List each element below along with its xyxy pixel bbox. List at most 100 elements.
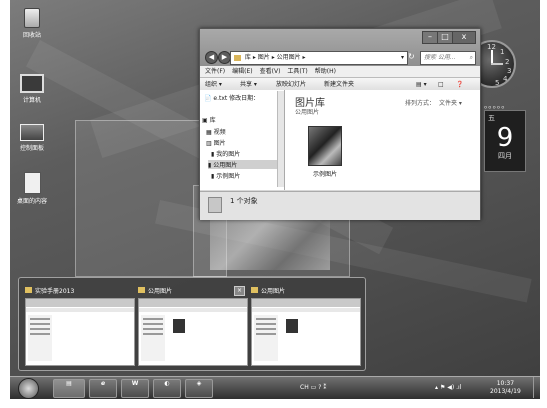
scrollbar[interactable] xyxy=(277,91,284,187)
window-icon xyxy=(138,287,145,293)
nav-item-libraries[interactable]: ▣ 库 xyxy=(202,115,216,124)
thumbnail-title: 公用图片 xyxy=(148,288,173,295)
breadcrumb-item[interactable]: 图片 xyxy=(258,54,270,61)
folder-label: 示例图片 xyxy=(312,171,337,178)
keyboard-icon: ▭ xyxy=(310,384,317,391)
monitor-icon xyxy=(20,74,44,93)
arrange-value[interactable]: 文件夹 ▾ xyxy=(439,100,462,107)
nav-label: 公用图片 xyxy=(213,162,238,169)
trash-icon xyxy=(24,8,40,28)
nav-item-recent-file[interactable]: 📄 e.txt 修改日期： xyxy=(204,93,259,102)
clock-number: 1 xyxy=(500,48,505,56)
menu-help[interactable]: 帮助(H) xyxy=(315,66,336,77)
volume-icon[interactable]: ◀) xyxy=(447,384,454,391)
language-indicator[interactable]: CH ▭ ? ⁑ xyxy=(300,384,326,391)
taskbar-app-icon[interactable]: ◈ xyxy=(185,379,213,398)
nav-label: 我的图片 xyxy=(216,151,241,158)
start-button[interactable] xyxy=(18,378,39,399)
folder-item-sample-pictures[interactable]: 示例图片 xyxy=(303,126,347,178)
back-button[interactable]: ◀ xyxy=(205,51,218,64)
clock-hand xyxy=(491,50,493,64)
flag-icon[interactable]: ⚑ xyxy=(440,384,445,391)
show-hidden-icons-icon[interactable]: ▴ xyxy=(435,384,438,391)
status-folder-icon xyxy=(208,197,222,213)
taskbar-browser-icon[interactable]: e xyxy=(89,379,117,398)
calendar-day: 9 xyxy=(496,123,514,153)
clock-time: 10:37 xyxy=(496,380,515,387)
control-panel-icon[interactable]: 控制面板 xyxy=(10,124,54,152)
explorer-window[interactable]: – □ x ◀ ▶ 库 ▸ 图片 ▸ 公用图片 ▸ ▾ ↻ 搜索 公用… ⌕ 文… xyxy=(199,28,481,220)
computer-icon[interactable]: 计算机 xyxy=(10,74,54,104)
search-input[interactable]: 搜索 公用… ⌕ xyxy=(420,51,476,65)
minimize-button[interactable]: – xyxy=(422,31,438,44)
nav-label: 库 xyxy=(209,117,216,124)
nav-item-videos[interactable]: ▦ 视频 xyxy=(206,127,226,136)
taskbar-thumbnail-preview: 实验手册2013 公用图片 × 公用图片 xyxy=(18,277,366,371)
menu-tools[interactable]: 工具(T) xyxy=(287,66,307,77)
menu-view[interactable]: 查看(V) xyxy=(260,66,281,77)
library-subtitle: 公用图片 xyxy=(295,109,320,116)
address-bar[interactable]: 库 ▸ 图片 ▸ 公用图片 ▸ ▾ xyxy=(230,51,408,65)
nav-item-sample-pictures[interactable]: ▮ 示例图片 xyxy=(211,171,240,180)
panel-icon xyxy=(20,124,44,141)
window-icon xyxy=(25,287,32,293)
window-icon xyxy=(251,287,258,293)
dropdown-arrow-icon[interactable]: ▾ xyxy=(401,52,404,64)
desktop-shortcut-icon[interactable]: 桌面的内容 xyxy=(10,172,54,205)
close-button[interactable]: x xyxy=(452,31,476,44)
search-icon: ⌕ xyxy=(469,54,473,61)
thumbnail-window[interactable]: 实验手册2013 xyxy=(25,286,135,366)
ime-icon: ⁑ xyxy=(323,384,327,391)
thumbnail-title: 公用图片 xyxy=(261,288,286,295)
maximize-button[interactable]: □ xyxy=(437,31,453,44)
nav-item-pictures[interactable]: ▥ 图片 xyxy=(206,138,226,147)
tray-area: ▴ ⚑ ◀) .ıl xyxy=(435,384,461,391)
nav-label: 图片 xyxy=(213,140,226,147)
navigation-pane: 📄 e.txt 修改日期： ▣ 库 ▦ 视频 ▥ 图片 ▮ 我的图片 ▮ 公用图… xyxy=(200,90,285,190)
close-icon[interactable]: × xyxy=(234,286,245,296)
desktop-icon-label: 计算机 xyxy=(22,97,41,104)
taskbar-explorer-icon[interactable]: ▤ xyxy=(53,379,85,398)
thumbnail-title: 实验手册2013 xyxy=(35,288,75,295)
clock-number: 3 xyxy=(507,67,512,75)
breadcrumb-item[interactable]: 库 xyxy=(245,54,251,61)
document-icon xyxy=(23,172,41,194)
status-text: 1 个对象 xyxy=(230,197,258,205)
arrange-label: 排列方式： xyxy=(405,100,436,107)
nav-label: 示例图片 xyxy=(216,173,241,180)
menu-bar: 文件(F) 编辑(E) 查看(V) 工具(T) 帮助(H) xyxy=(200,66,480,78)
menu-edit[interactable]: 编辑(E) xyxy=(232,66,252,77)
nav-item-public-pictures[interactable]: ▮ 公用图片 xyxy=(208,160,280,169)
status-bar: 1 个对象 xyxy=(200,191,480,220)
nav-item-my-pictures[interactable]: ▮ 我的图片 xyxy=(211,149,240,158)
taskbar-word-icon[interactable]: W xyxy=(121,379,149,398)
desktop-icon-label: 回收站 xyxy=(22,32,41,39)
arrange-by[interactable]: 排列方式： 文件夹 ▾ xyxy=(405,98,462,107)
title-bar[interactable]: – □ x ◀ ▶ 库 ▸ 图片 ▸ 公用图片 ▸ ▾ ↻ 搜索 公用… ⌕ xyxy=(200,29,480,66)
ime-label: CH xyxy=(300,384,309,391)
search-placeholder: 搜索 公用… xyxy=(424,54,456,61)
breadcrumb-item[interactable]: 公用图片 xyxy=(277,54,301,61)
thumbnail-preview xyxy=(251,298,361,366)
calendar-gadget[interactable]: 五 9 四月 xyxy=(484,110,526,172)
refresh-icon[interactable]: ↻ xyxy=(408,52,415,61)
calendar-month: 四月 xyxy=(498,152,512,160)
menu-file[interactable]: 文件(F) xyxy=(205,66,225,77)
clock[interactable]: 10:37 2013/4/19 xyxy=(490,380,521,396)
nav-label: e.txt 修改日期： xyxy=(213,95,260,102)
network-icon[interactable]: .ıl xyxy=(456,384,461,391)
taskbar-media-icon[interactable]: ◐ xyxy=(153,379,181,398)
folder-icon xyxy=(234,54,241,61)
thumbnail-preview xyxy=(25,298,135,366)
clock-number: 2 xyxy=(505,58,510,66)
thumbnail-window[interactable]: 公用图片 × xyxy=(138,286,248,366)
desktop-icon-label: 桌面的内容 xyxy=(16,198,47,205)
thumbnail-preview xyxy=(138,298,248,366)
taskbar: ▤ e W ◐ ◈ CH ▭ ? ⁑ ▴ ⚑ ◀) .ıl 10:37 2013… xyxy=(10,376,540,399)
thumbnail-window[interactable]: 公用图片 xyxy=(251,286,361,366)
show-desktop-button[interactable] xyxy=(533,377,540,398)
content-pane: 图片库 公用图片 排列方式： 文件夹 ▾ 示例图片 xyxy=(285,90,480,190)
help-icon: ? xyxy=(318,384,322,391)
clock-hand xyxy=(491,63,503,65)
recycle-bin-icon[interactable]: 回收站 xyxy=(10,8,54,39)
